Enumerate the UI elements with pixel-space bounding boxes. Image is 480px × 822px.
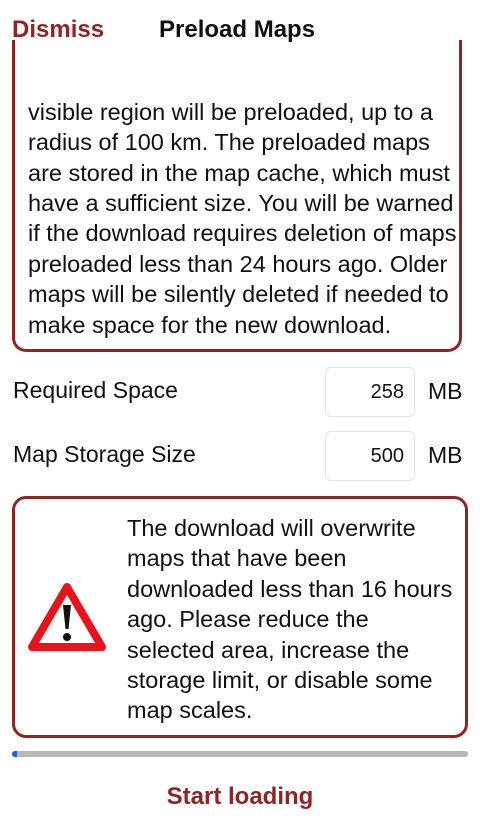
storage-size-label: Map Storage Size xyxy=(13,441,196,467)
storage-size-unit: MB xyxy=(428,442,463,468)
info-text: visible region will be preloaded, up to … xyxy=(28,98,457,338)
info-box[interactable]: visible region will be preloaded, up to … xyxy=(12,40,462,352)
required-space-field[interactable] xyxy=(325,367,415,417)
warning-box: The download will overwrite maps that ha… xyxy=(12,496,468,738)
start-loading-button[interactable]: Start loading xyxy=(0,780,480,814)
progress-fill xyxy=(12,751,18,757)
warning-triangle-icon xyxy=(28,583,106,651)
storage-size-field[interactable] xyxy=(325,431,415,481)
required-space-unit: MB xyxy=(428,378,463,404)
required-space-row: Required Space MB xyxy=(0,367,480,419)
progress-bar xyxy=(12,751,468,757)
preload-maps-screen: Dismiss Preload Maps visible region will… xyxy=(0,0,480,822)
warning-text: The download will overwrite maps that ha… xyxy=(127,515,453,724)
required-space-label: Required Space xyxy=(13,377,178,403)
storage-size-row: Map Storage Size MB xyxy=(0,431,480,483)
